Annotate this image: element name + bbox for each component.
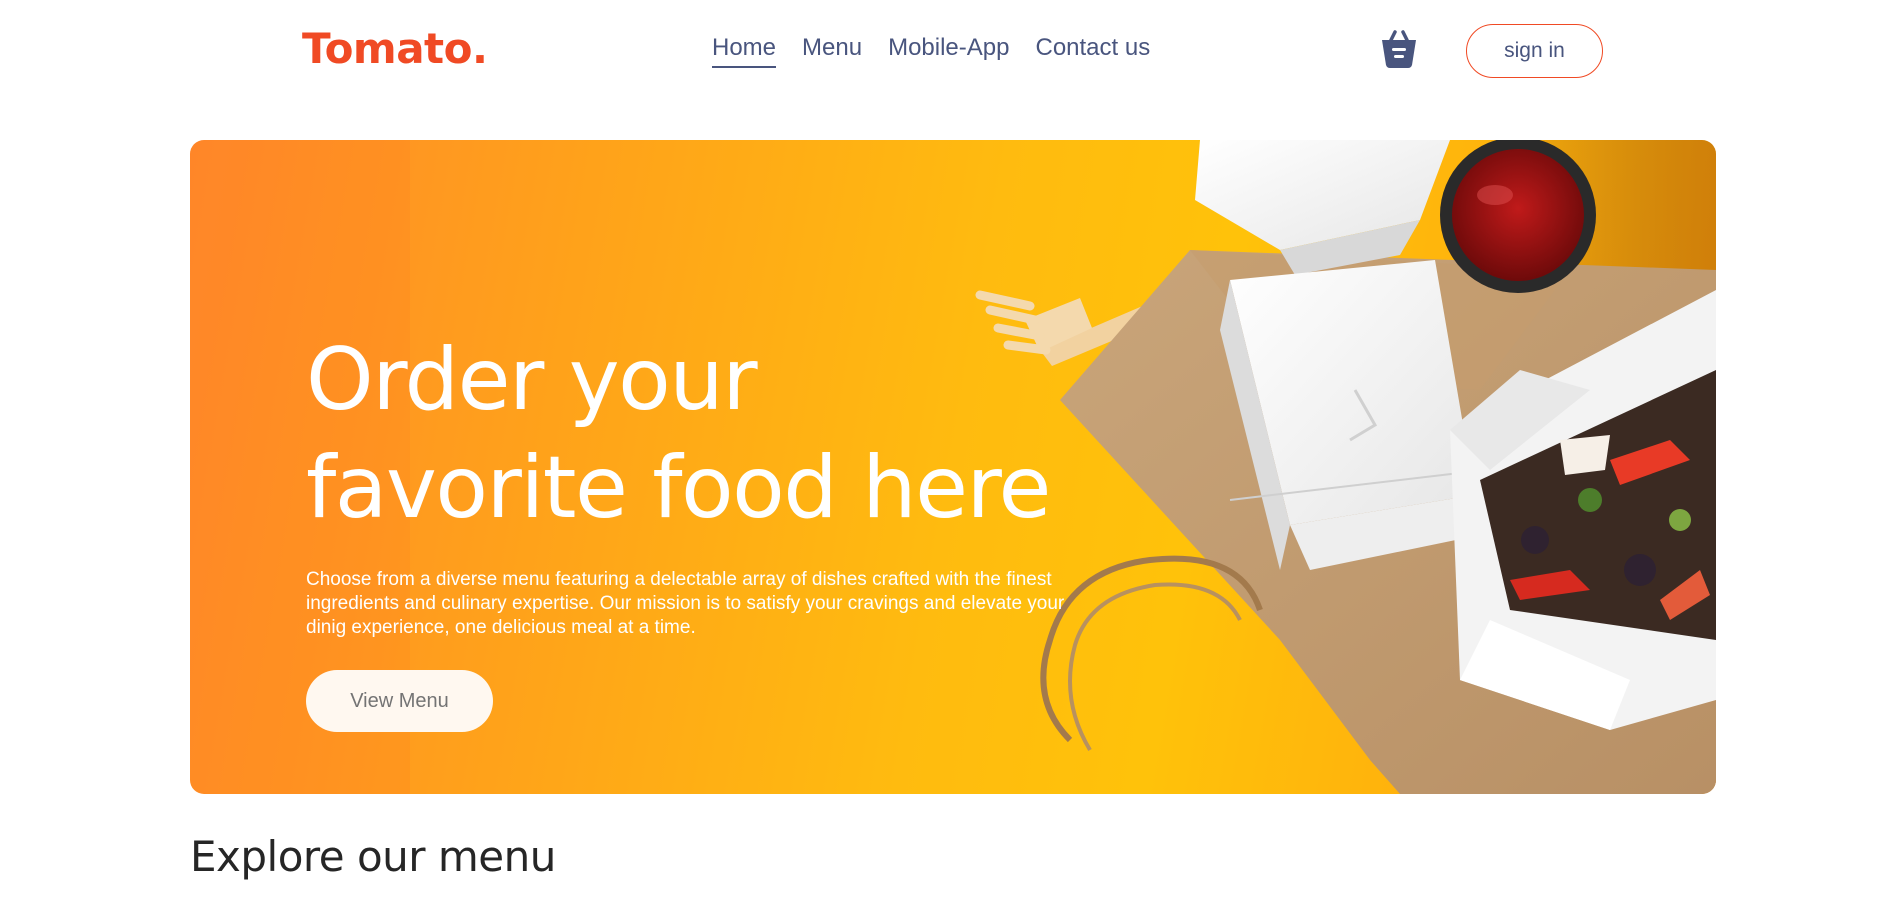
view-menu-button[interactable]: View Menu (306, 670, 493, 732)
hero-title-line1: Order your (306, 330, 758, 430)
nav-item-contact-us[interactable]: Contact us (1035, 34, 1150, 68)
hero-title: Order your favorite food here (306, 326, 1066, 542)
explore-menu-title: Explore our menu (190, 832, 556, 881)
navbar: Tomato. Home Menu Mobile-App Contact us … (0, 0, 1898, 100)
nav-item-home[interactable]: Home (712, 34, 777, 68)
hero-title-line2: favorite food here (306, 438, 1051, 538)
nav-menu: Home Menu Mobile-App Contact us (712, 34, 1150, 68)
hero-contents: Order your favorite food here Choose fro… (306, 326, 1066, 732)
nav-item-mobile-app[interactable]: Mobile-App (888, 34, 1009, 68)
hero-banner: Order your favorite food here Choose fro… (190, 140, 1716, 794)
hero-description: Choose from a diverse menu featuring a d… (306, 569, 1065, 638)
logo[interactable]: Tomato. (302, 24, 488, 73)
sign-in-button[interactable]: sign in (1466, 24, 1603, 78)
sauce-cup-icon (1440, 140, 1596, 293)
basket-icon[interactable] (1380, 28, 1418, 70)
nav-item-menu[interactable]: Menu (802, 34, 862, 68)
